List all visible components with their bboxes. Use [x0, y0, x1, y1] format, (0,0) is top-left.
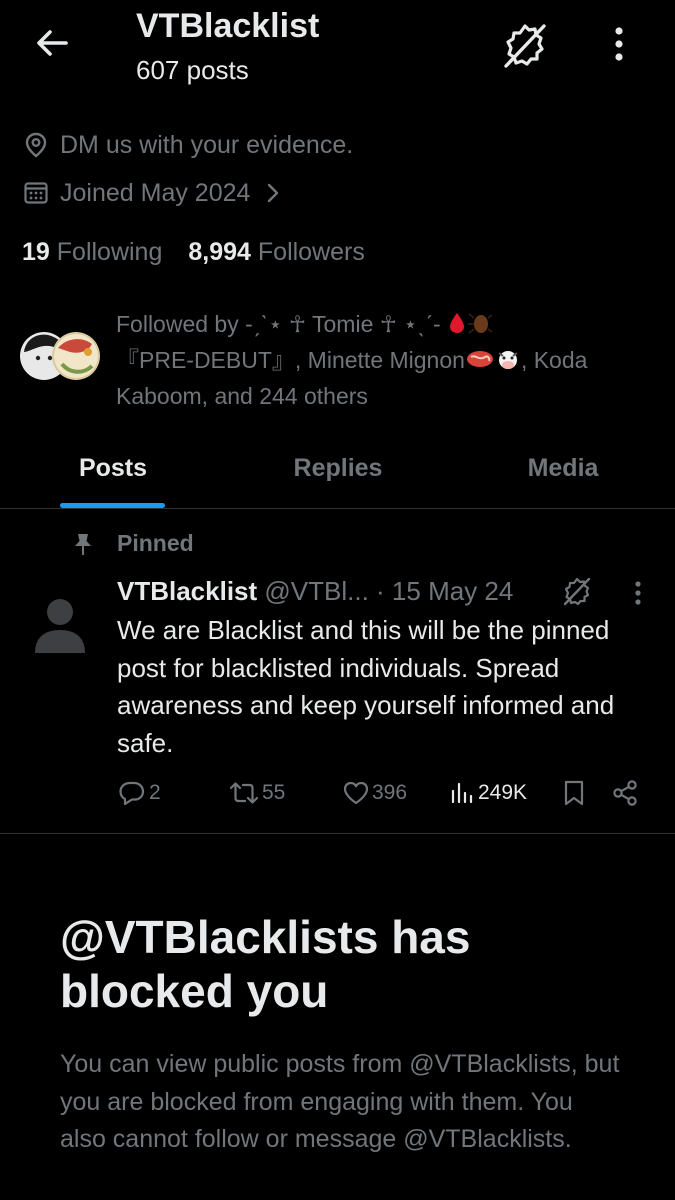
- reply-icon: [119, 781, 145, 806]
- profile-title: VTBlacklist: [136, 7, 320, 45]
- follow-stats: 19 Following 8,994 Followers: [22, 234, 365, 270]
- like-count: 396: [372, 781, 408, 804]
- followers-count: 8,994: [188, 238, 251, 266]
- following-label: Following: [56, 238, 163, 266]
- location-text: DM us with your evidence.: [60, 130, 354, 159]
- cow-face-icon: [495, 347, 521, 380]
- calendar-icon: [22, 179, 50, 207]
- reply-count: 2: [149, 781, 161, 804]
- chevron-right-icon: [262, 182, 284, 204]
- views-icon: [451, 782, 473, 804]
- following-link[interactable]: 19 Following: [22, 238, 162, 266]
- bookmark-icon[interactable]: [562, 779, 586, 807]
- followed-by-part1: Followed by -ˏˋ⋆ ☥ Tomie ☥ ⋆ˎˊ-: [116, 311, 448, 337]
- followers-you-know-avatars[interactable]: [18, 330, 108, 382]
- following-count: 19: [22, 238, 50, 266]
- repost-button[interactable]: 55: [228, 778, 285, 808]
- verified-off-icon: [562, 576, 592, 606]
- heart-icon: [343, 781, 369, 805]
- followed-by-text[interactable]: Followed by -ˏˋ⋆ ☥ Tomie ☥ ⋆ˎˊ- 『PRE-DEB…: [116, 308, 656, 413]
- joined-text: Joined May 2024: [60, 178, 251, 207]
- posts-count: 607 posts: [136, 55, 249, 85]
- tab-replies[interactable]: Replies: [270, 448, 406, 488]
- post-author-name[interactable]: VTBlacklist: [117, 576, 257, 606]
- tab-media[interactable]: Media: [500, 448, 626, 488]
- post-divider: [0, 833, 675, 834]
- like-button[interactable]: 396: [342, 778, 407, 808]
- post-date[interactable]: · 15 May 24: [376, 576, 513, 606]
- repost-icon: [229, 782, 259, 804]
- cockroach-icon: [467, 311, 493, 344]
- followers-link[interactable]: 8,994 Followers: [188, 238, 365, 266]
- post-more-icon[interactable]: [628, 578, 648, 608]
- pin-icon: [70, 531, 96, 557]
- location-row: DM us with your evidence.: [22, 128, 353, 162]
- post-author-handle[interactable]: @VTBl...: [264, 576, 368, 606]
- reply-button[interactable]: 2: [117, 778, 161, 808]
- tabs-divider: [0, 508, 675, 509]
- blocked-message: You can view public posts from @VTBlackl…: [60, 1050, 620, 1153]
- meat-icon: [465, 347, 495, 380]
- location-pin-icon: [22, 131, 50, 159]
- views-count: 249K: [478, 781, 528, 804]
- post-header: VTBlacklist @VTBl... · 15 May 24: [117, 574, 513, 608]
- verified-off-icon[interactable]: [500, 20, 550, 70]
- views-button[interactable]: 249K: [450, 778, 527, 808]
- more-options-icon[interactable]: [602, 22, 636, 66]
- blocked-title: @VTBlacklists has blocked you: [60, 911, 471, 1017]
- blood-drop-icon: [447, 311, 467, 344]
- followers-label: Followers: [257, 238, 365, 266]
- share-icon[interactable]: [611, 779, 639, 807]
- tab-posts[interactable]: Posts: [60, 448, 166, 488]
- followed-by-part2: 『PRE-DEBUT』, Minette Mignon: [116, 347, 465, 373]
- post-text: We are Blacklist and this will be the pi…: [117, 615, 615, 758]
- pinned-label: Pinned: [117, 530, 194, 556]
- joined-row[interactable]: Joined May 2024: [22, 176, 284, 210]
- repost-count: 55: [262, 781, 286, 804]
- post-author-avatar[interactable]: [33, 595, 87, 655]
- back-arrow-icon[interactable]: [30, 22, 74, 66]
